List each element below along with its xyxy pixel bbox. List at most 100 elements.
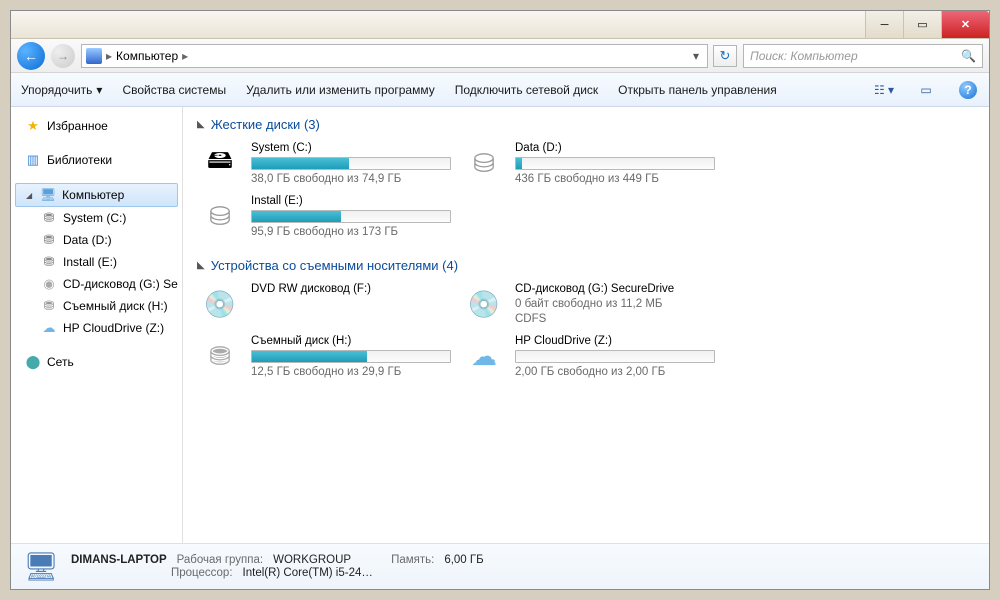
- drive-free-space: 0 байт свободно из 11,2 МБ: [515, 298, 715, 310]
- sidebar-drive-z[interactable]: ☁ HP CloudDrive (Z:): [11, 317, 182, 339]
- system-properties-button[interactable]: Свойства системы: [122, 83, 226, 97]
- body: ★ Избранное ▥ Библиотеки 🖥 Компьютер ⛃ Sy…: [11, 107, 989, 543]
- drive-label: DVD RW дисковод (F:): [251, 283, 451, 295]
- sidebar-item-label: Библиотеки: [47, 153, 112, 167]
- hdd-icon: ⛃: [41, 254, 57, 270]
- sidebar-favorites[interactable]: ★ Избранное: [11, 115, 182, 137]
- sidebar-item-label: System (C:): [63, 211, 126, 225]
- section-title: Жесткие диски (3): [211, 117, 320, 132]
- toolbar: Упорядочить ▾ Свойства системы Удалить и…: [11, 73, 989, 107]
- removable-grid: 💿 DVD RW дисковод (F:) 💿CD-дисковод (G:) S…: [197, 281, 975, 380]
- hdd-icon: ⛁: [199, 195, 241, 237]
- drive-label: Install (E:): [251, 195, 451, 207]
- sidebar-computer[interactable]: 🖥 Компьютер: [15, 183, 178, 207]
- search-input[interactable]: Поиск: Компьютер 🔍: [743, 44, 983, 68]
- drive-item[interactable]: ⛁ Install (E:) 95,9 ГБ свободно из 173 ГБ: [197, 193, 453, 240]
- section-hard-drives[interactable]: ◣ Жесткие диски (3): [197, 117, 975, 132]
- hdd-icon: ⛃: [41, 232, 57, 248]
- status-workgroup: WORKGROUP: [273, 554, 351, 566]
- drive-free-space: 2,00 ГБ свободно из 2,00 ГБ: [515, 366, 715, 378]
- drive-usage-bar: [515, 157, 715, 170]
- usb-icon: ⛃: [41, 298, 57, 314]
- help-button[interactable]: ?: [957, 79, 979, 101]
- sidebar-item-label: CD-дисковод (G:) Se: [63, 277, 178, 291]
- collapse-icon[interactable]: ◣: [197, 119, 205, 130]
- breadcrumb-dropdown[interactable]: ▾: [689, 49, 703, 63]
- cd-icon: ◉: [41, 276, 57, 292]
- maximize-button[interactable]: ▭: [903, 11, 941, 38]
- drive-free-space: 12,5 ГБ свободно из 29,9 ГБ: [251, 366, 451, 378]
- chevron-right-icon: ▸: [106, 49, 112, 63]
- computer-big-icon: 🖥: [21, 549, 61, 585]
- uninstall-program-button[interactable]: Удалить или изменить программу: [246, 83, 435, 97]
- titlebar: ─ ▭ ✕: [11, 11, 989, 39]
- close-button[interactable]: ✕: [941, 11, 989, 38]
- status-cpu: Intel(R) Core(TM) i5-24…: [243, 567, 373, 579]
- open-control-panel-button[interactable]: Открыть панель управления: [618, 83, 777, 97]
- drive-label: HP CloudDrive (Z:): [515, 335, 715, 347]
- forward-button[interactable]: →: [51, 44, 75, 68]
- section-removable[interactable]: ◣ Устройства со съемными носителями (4): [197, 258, 975, 273]
- hard-drives-grid: 🖴 System (C:) 38,0 ГБ свободно из 74,9 ГБ ⛁…: [197, 140, 975, 240]
- drive-item[interactable]: ⛁ Data (D:) 436 ГБ свободно из 449 ГБ: [461, 140, 717, 187]
- breadcrumb-item[interactable]: Компьютер: [116, 49, 178, 63]
- usb-icon: ⛃: [199, 335, 241, 377]
- sidebar-drive-h[interactable]: ⛃ Съемный диск (H:): [11, 295, 182, 317]
- search-icon: 🔍: [961, 49, 976, 63]
- cloud-icon: ☁: [463, 335, 505, 377]
- sidebar-item-label: Data (D:): [63, 233, 112, 247]
- status-computer-name: DIMANS-LAPTOP: [71, 554, 167, 566]
- drive-filesystem: CDFS: [515, 313, 715, 325]
- drive-label: System (C:): [251, 142, 451, 154]
- drive-usage-bar: [515, 350, 715, 363]
- back-button[interactable]: ←: [17, 42, 45, 70]
- drive-free-space: 38,0 ГБ свободно из 74,9 ГБ: [251, 173, 451, 185]
- sidebar-item-label: HP CloudDrive (Z:): [63, 321, 164, 335]
- cloud-icon: ☁: [41, 320, 57, 336]
- breadcrumb[interactable]: ▸ Компьютер ▸ ▾: [81, 44, 708, 68]
- sidebar-item-label: Съемный диск (H:): [63, 299, 168, 313]
- drive-label: Data (D:): [515, 142, 715, 154]
- main-view: ◣ Жесткие диски (3) 🖴 System (C:) 38,0 ГБ …: [183, 107, 989, 543]
- dvd-icon: 💿: [199, 283, 241, 325]
- drive-item[interactable]: 🖴 System (C:) 38,0 ГБ свободно из 74,9 ГБ: [197, 140, 453, 187]
- hdd-icon: ⛃: [41, 210, 57, 226]
- drive-free-space: 95,9 ГБ свободно из 173 ГБ: [251, 226, 451, 238]
- drive-usage-bar: [251, 157, 451, 170]
- minimize-button[interactable]: ─: [865, 11, 903, 38]
- status-cpu-label: Процессор:: [171, 567, 233, 579]
- sidebar: ★ Избранное ▥ Библиотеки 🖥 Компьютер ⛃ Sy…: [11, 107, 183, 543]
- hdd-icon: ⛁: [463, 142, 505, 184]
- chevron-right-icon: ▸: [182, 49, 188, 63]
- collapse-icon[interactable]: ◣: [197, 260, 205, 271]
- sidebar-drive-g[interactable]: ◉ CD-дисковод (G:) Se: [11, 273, 182, 295]
- preview-pane-button[interactable]: ▭: [915, 79, 937, 101]
- view-options-button[interactable]: ☷ ▾: [873, 79, 895, 101]
- libraries-icon: ▥: [25, 152, 41, 168]
- sidebar-network[interactable]: ⬤ Сеть: [11, 351, 182, 373]
- drive-usage-bar: [251, 210, 451, 223]
- status-memory: 6,00 ГБ: [444, 554, 483, 566]
- sidebar-drive-e[interactable]: ⛃ Install (E:): [11, 251, 182, 273]
- sidebar-libraries[interactable]: ▥ Библиотеки: [11, 149, 182, 171]
- network-icon: ⬤: [25, 354, 41, 370]
- section-title: Устройства со съемными носителями (4): [211, 258, 458, 273]
- drive-free-space: 436 ГБ свободно из 449 ГБ: [515, 173, 715, 185]
- search-placeholder: Поиск: Компьютер: [750, 49, 858, 63]
- sidebar-drive-c[interactable]: ⛃ System (C:): [11, 207, 182, 229]
- drive-item[interactable]: 💿CD-дисковод (G:) SecureDrive0 байт своб…: [461, 281, 717, 327]
- drive-usage-bar: [251, 350, 451, 363]
- refresh-button[interactable]: ↻: [713, 45, 737, 67]
- hdd-win-icon: 🖴: [199, 142, 241, 184]
- sidebar-item-label: Сеть: [47, 355, 74, 369]
- drive-item[interactable]: 💿 DVD RW дисковод (F:): [197, 281, 453, 327]
- cd-icon: 💿: [463, 283, 505, 325]
- organize-menu[interactable]: Упорядочить ▾: [21, 83, 102, 97]
- statusbar: 🖥 DIMANS-LAPTOP Рабочая группа: WORKGROU…: [11, 543, 989, 589]
- drive-item[interactable]: ⛃Съемный диск (H:)12,5 ГБ свободно из 29…: [197, 333, 453, 380]
- sidebar-drive-d[interactable]: ⛃ Data (D:): [11, 229, 182, 251]
- drive-item[interactable]: ☁ HP CloudDrive (Z:) 2,00 ГБ свободно из 2…: [461, 333, 717, 380]
- map-network-drive-button[interactable]: Подключить сетевой диск: [455, 83, 598, 97]
- sidebar-item-label: Install (E:): [63, 255, 117, 269]
- help-icon: ?: [959, 81, 977, 99]
